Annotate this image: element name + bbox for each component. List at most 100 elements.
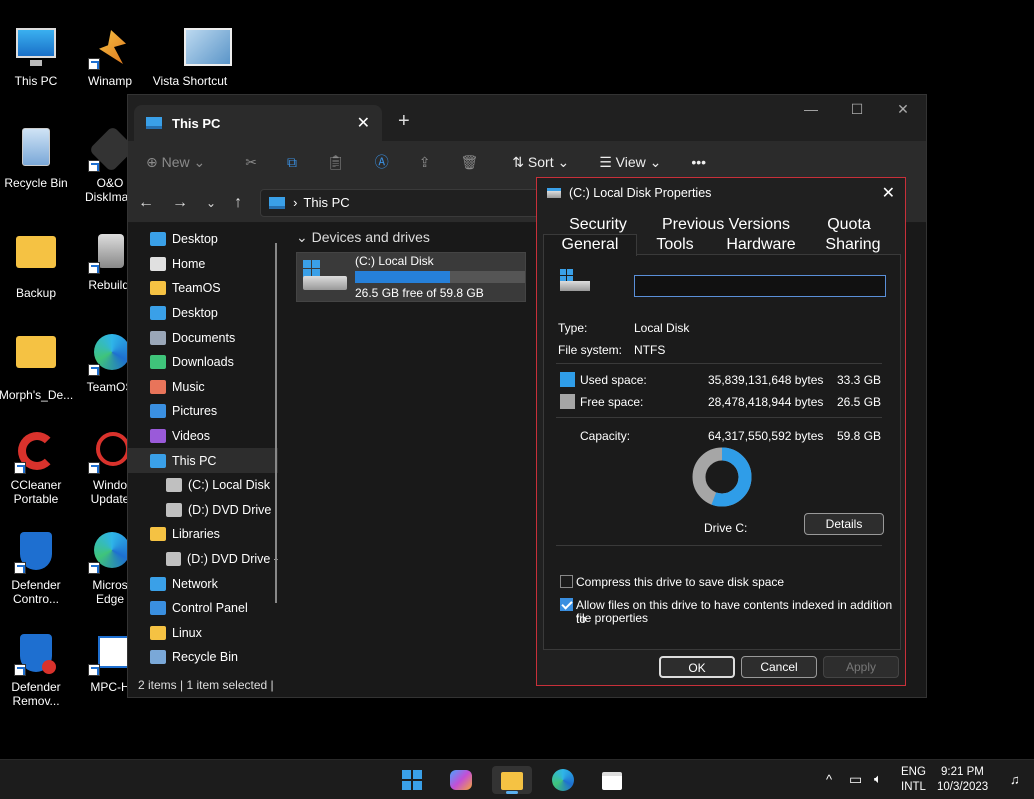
drive-letter-label: Drive C: <box>704 521 748 535</box>
dialog-close-button[interactable]: ✕ <box>882 183 895 203</box>
defender-remover-desktop-icon[interactable]: Defender Remov... <box>0 632 72 708</box>
apply-button[interactable]: Apply <box>823 656 899 678</box>
sidebar-item[interactable]: (C:) Local Disk <box>128 473 278 498</box>
vista-shortcut-desktop-icon[interactable]: Vista Shortcut <box>150 26 232 88</box>
up-button[interactable]: ↑ <box>234 194 242 212</box>
display-icon[interactable]: ▭ <box>849 771 862 788</box>
store-icon <box>602 772 622 790</box>
new-tab-button[interactable]: + <box>398 110 410 133</box>
sidebar-item-label: Videos <box>172 429 210 444</box>
language-code[interactable]: ENG <box>901 766 926 778</box>
file-explorer-taskbar-button[interactable] <box>492 766 532 794</box>
sidebar-item[interactable]: Pictures <box>128 399 278 424</box>
used-space-label: Used space: <box>580 373 647 387</box>
forward-button[interactable]: → <box>172 194 188 212</box>
minimize-button[interactable]: — <box>788 95 834 123</box>
sidebar-item-icon <box>150 232 166 247</box>
sort-button[interactable]: ⇅ Sort ⌄ <box>512 154 569 171</box>
index-label-line2: file properties <box>576 611 649 625</box>
address-input[interactable]: › This PC <box>260 188 551 217</box>
sidebar-item-icon <box>150 576 166 591</box>
sidebar-item-label: Music <box>172 379 205 394</box>
sidebar-item[interactable]: Downloads <box>128 350 278 375</box>
sidebar-item-label: (D:) DVD Drive <box>188 502 272 517</box>
tab-quota[interactable]: Quota <box>801 215 897 235</box>
volume-label-input[interactable] <box>634 275 886 297</box>
this-pc-icon <box>269 196 286 209</box>
sidebar-item[interactable]: Documents <box>128 325 278 350</box>
ccleaner-icon <box>14 430 58 474</box>
tab-this-pc[interactable]: This PC ✕ <box>134 105 382 141</box>
backup-desktop-icon[interactable]: Backup <box>0 230 72 300</box>
sidebar-item-label: (D:) DVD Drive - <box>187 552 278 567</box>
winamp-desktop-icon[interactable]: Winamp <box>74 26 146 88</box>
sidebar-item[interactable]: Linux <box>128 621 278 646</box>
close-button[interactable]: ✕ <box>880 95 926 123</box>
sidebar-scrollbar[interactable] <box>275 243 277 603</box>
delete-icon[interactable]: 🗑︎ <box>461 154 479 171</box>
index-checkbox[interactable] <box>560 598 573 611</box>
windows-logo-icon <box>402 770 422 790</box>
used-space-swatch <box>560 372 575 387</box>
recent-locations-button[interactable]: ⌄ <box>206 196 216 210</box>
sidebar-item[interactable]: Desktop <box>128 227 278 252</box>
tab-close-icon[interactable]: ✕ <box>357 113 370 133</box>
more-options-button[interactable]: ••• <box>691 154 706 170</box>
sidebar-item[interactable]: Music <box>128 375 278 400</box>
dialog-tabs: Security Previous Versions Quota General… <box>537 208 905 256</box>
tab-sharing[interactable]: Sharing <box>809 235 897 255</box>
sidebar-item[interactable]: Network <box>128 571 278 596</box>
details-button[interactable]: Details <box>804 513 884 535</box>
sidebar-item[interactable]: TeamOS <box>128 276 278 301</box>
rename-icon[interactable]: Ⓐ <box>375 152 389 172</box>
sidebar-item[interactable]: (D:) DVD Drive - <box>128 547 278 572</box>
store-taskbar-button[interactable] <box>598 766 626 794</box>
start-button[interactable] <box>398 766 426 794</box>
edge-taskbar-button[interactable] <box>549 766 577 794</box>
cancel-button[interactable]: Cancel <box>741 656 817 678</box>
this-pc-desktop-icon[interactable]: This PC <box>0 26 72 88</box>
ok-button[interactable]: OK <box>659 656 735 678</box>
clock-date[interactable]: 10/3/2023 <box>937 781 988 793</box>
sidebar-item[interactable]: Home <box>128 252 278 277</box>
speaker-icon[interactable]: 🔈︎ <box>874 771 882 787</box>
sidebar-item[interactable]: Desktop <box>128 301 278 326</box>
view-button[interactable]: ☰ View ⌄ <box>599 154 661 171</box>
sidebar-item[interactable]: Control Panel <box>128 596 278 621</box>
tray-chevron-icon[interactable]: ^ <box>826 772 832 787</box>
morphs-desktop-icon[interactable]: Morph's_De... <box>0 332 73 402</box>
sidebar-item[interactable]: Videos <box>128 424 278 449</box>
maximize-button[interactable]: ☐ <box>834 95 880 123</box>
paste-icon[interactable]: 📋︎ <box>327 154 345 171</box>
back-button[interactable]: ← <box>138 194 154 212</box>
tab-previous-versions[interactable]: Previous Versions <box>651 215 801 235</box>
drive-tile-c[interactable]: (C:) Local Disk 26.5 GB free of 59.8 GB <box>296 252 526 302</box>
clock-time[interactable]: 9:21 PM <box>941 766 984 778</box>
compress-checkbox[interactable] <box>560 575 573 588</box>
copy-icon[interactable]: ⧉ <box>287 154 297 171</box>
tab-tools[interactable]: Tools <box>637 235 713 255</box>
notification-bell-icon[interactable]: ♫ <box>1010 772 1020 787</box>
cut-icon[interactable]: ✂ <box>245 154 257 171</box>
tab-general[interactable]: General <box>543 234 637 256</box>
sidebar-item-icon <box>150 429 166 444</box>
sidebar-item-label: Desktop <box>172 232 218 247</box>
sidebar-item[interactable]: (D:) DVD Drive <box>128 498 278 523</box>
new-button[interactable]: ⊕ New ⌄ <box>146 154 205 171</box>
ccleaner-desktop-icon[interactable]: CCleaner Portable <box>0 430 72 506</box>
tab-hardware[interactable]: Hardware <box>713 235 809 255</box>
recycle-bin-desktop-icon[interactable]: Recycle Bin <box>0 128 72 190</box>
sidebar-item-label: Control Panel <box>172 601 248 616</box>
sidebar-item[interactable]: Libraries <box>128 522 278 547</box>
share-icon[interactable]: ⇪ <box>419 154 431 171</box>
defender-control-desktop-icon[interactable]: Defender Contro... <box>0 530 72 606</box>
sidebar-item[interactable]: Recycle Bin <box>128 645 278 670</box>
copilot-taskbar-button[interactable] <box>447 766 475 794</box>
keyboard-layout[interactable]: INTL <box>901 781 926 793</box>
tab-security[interactable]: Security <box>545 215 651 235</box>
sidebar-item-icon <box>150 625 166 640</box>
sidebar-item-icon <box>150 355 166 370</box>
status-text: 2 items | 1 item selected | <box>138 678 274 692</box>
breadcrumb[interactable]: This PC <box>303 195 349 210</box>
sidebar-item[interactable]: This PC <box>128 448 278 473</box>
